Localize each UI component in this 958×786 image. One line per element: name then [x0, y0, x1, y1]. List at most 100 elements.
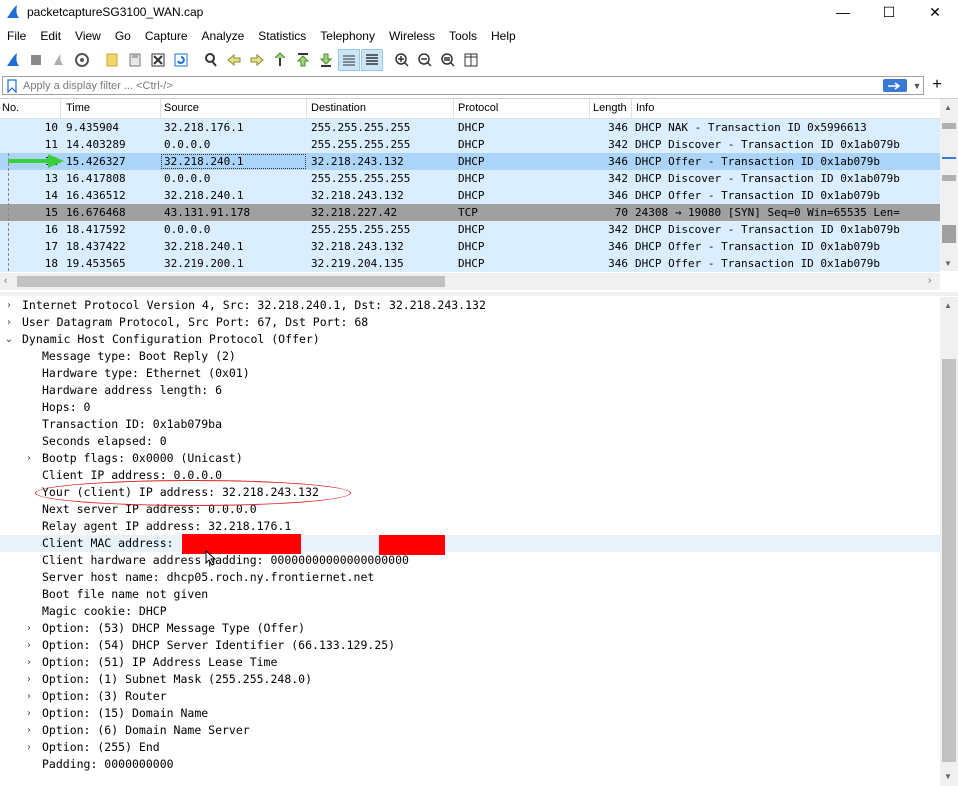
close-button[interactable]: ✕	[912, 0, 958, 24]
detail-tree-item[interactable]: Transaction ID: 0x1ab079ba	[0, 416, 940, 433]
detail-tree-item[interactable]: Boot file name not given	[0, 586, 940, 603]
detail-tree-item[interactable]: › Option: (3) Router	[0, 688, 940, 705]
detail-tree-item[interactable]: Server host name: dhcp05.roch.ny.frontie…	[0, 569, 940, 586]
packet-list-horizontal-scrollbar[interactable]: ‹ ›	[0, 273, 940, 290]
chevron-right-icon[interactable]: ›	[24, 637, 34, 654]
detail-tree-item[interactable]: › Option: (54) DHCP Server Identifier (66…	[0, 637, 940, 654]
chevron-right-icon[interactable]: ›	[24, 450, 34, 467]
column-header-no[interactable]: No.	[2, 102, 19, 116]
packet-list-vertical-scrollbar[interactable]: ▲ ▼	[940, 99, 958, 271]
packet-row[interactable]: 1215.42632732.218.240.132.218.243.132DHC…	[0, 153, 940, 170]
chevron-right-icon[interactable]: ›	[24, 654, 34, 671]
detail-tree-item[interactable]: Padding: 0000000000	[0, 756, 940, 773]
detail-tree-item[interactable]: › Option: (51) IP Address Lease Time	[0, 654, 940, 671]
packet-row[interactable]: 16 18.417592 0.0.0.0 255.255.255.255 DHCP 342…	[0, 221, 940, 238]
maximize-button[interactable]: ☐	[866, 0, 912, 24]
packet-row[interactable]: 10 9.435904 32.218.176.1 255.255.255.255 DHC…	[0, 119, 940, 136]
auto-scroll-icon[interactable]	[338, 49, 360, 71]
horizontal-scroll-thumb[interactable]	[17, 276, 445, 287]
detail-tree-item[interactable]: › Bootp flags: 0x0000 (Unicast)	[0, 450, 940, 467]
column-header-info[interactable]: Info	[636, 102, 654, 116]
detail-tree-item[interactable]: › Option: (15) Domain Name	[0, 705, 940, 722]
menu-telephony[interactable]: Telephony	[313, 29, 382, 43]
capture-options-icon[interactable]	[71, 49, 93, 71]
detail-tree-item[interactable]: Hardware address length: 6	[0, 382, 940, 399]
display-filter-input[interactable]: Apply a display filter ... <Ctrl-/>	[23, 80, 883, 92]
detail-tree-item[interactable]: Client hardware address padding: 0000000…	[0, 552, 940, 569]
menu-file[interactable]: File	[0, 29, 33, 43]
packet-row[interactable]: 14 16.436512 32.218.240.1 32.218.243.132 DHC…	[0, 187, 940, 204]
packet-row[interactable]: 18 19.453565 32.219.200.1 32.219.204.135 DHC…	[0, 255, 940, 272]
detail-tree-item[interactable]: › User Datagram Protocol, Src Port: 67, D…	[0, 314, 940, 331]
packet-row[interactable]: 13 16.417808 0.0.0.0 255.255.255.255 DHCP 342…	[0, 170, 940, 187]
detail-tree-item[interactable]: Seconds elapsed: 0	[0, 433, 940, 450]
apply-filter-arrow-icon[interactable]	[883, 79, 907, 92]
menu-help[interactable]: Help	[484, 29, 523, 43]
stop-capture-icon[interactable]	[25, 49, 47, 71]
add-filter-button-icon[interactable]: +	[929, 76, 945, 94]
open-file-icon[interactable]	[101, 49, 123, 71]
chevron-right-icon[interactable]: ›	[24, 722, 34, 739]
menu-capture[interactable]: Capture	[138, 29, 195, 43]
detail-tree-item[interactable]: Message type: Boot Reply (2)	[0, 348, 940, 365]
zoom-out-icon[interactable]	[414, 49, 436, 71]
detail-tree-item[interactable]: Relay agent IP address: 32.218.176.1	[0, 518, 940, 535]
start-capture-icon[interactable]	[2, 49, 24, 71]
chevron-right-icon[interactable]: ›	[24, 620, 34, 637]
find-packet-icon[interactable]	[200, 49, 222, 71]
packet-row[interactable]: 17 18.437422 32.218.240.1 32.218.243.132 DHC…	[0, 238, 940, 255]
detail-tree-item[interactable]: › Internet Protocol Version 4, Src: 32.21…	[0, 297, 940, 314]
details-scroll-thumb[interactable]	[942, 359, 956, 762]
chevron-down-icon[interactable]: ⌄	[4, 331, 14, 348]
chevron-down-icon[interactable]: ▼	[911, 81, 923, 91]
detail-tree-item[interactable]: Hardware type: Ethernet (0x01)	[0, 365, 940, 382]
detail-tree-item[interactable]: Client MAC address: (00:08:a2:	[0, 535, 940, 552]
detail-tree-item[interactable]: › Option: (255) End	[0, 739, 940, 756]
chevron-right-icon[interactable]: ›	[24, 671, 34, 688]
go-back-icon[interactable]	[223, 49, 245, 71]
zoom-in-icon[interactable]	[391, 49, 413, 71]
chevron-right-icon[interactable]: ›	[4, 314, 14, 331]
go-to-last-packet-icon[interactable]	[315, 49, 337, 71]
packet-row[interactable]: 15 16.676468 43.131.91.178 32.218.227.42 TCP…	[0, 204, 940, 221]
menu-view[interactable]: View	[68, 29, 108, 43]
column-header-length[interactable]: Length	[593, 102, 627, 116]
normal-size-icon[interactable]	[437, 49, 459, 71]
chevron-right-icon[interactable]: ›	[24, 705, 34, 722]
detail-tree-item[interactable]: ⌄ Dynamic Host Configuration Protocol (Of…	[0, 331, 940, 348]
go-to-first-packet-icon[interactable]	[292, 49, 314, 71]
go-forward-icon[interactable]	[246, 49, 268, 71]
bookmark-icon[interactable]	[5, 78, 19, 93]
focused-cell-outline	[161, 154, 306, 169]
reload-file-icon[interactable]	[170, 49, 192, 71]
menu-wireless[interactable]: Wireless	[382, 29, 442, 43]
chevron-right-icon[interactable]: ›	[24, 688, 34, 705]
column-header-protocol[interactable]: Protocol	[458, 102, 498, 116]
close-file-icon[interactable]	[147, 49, 169, 71]
column-header-time[interactable]: Time	[66, 102, 90, 116]
menu-analyze[interactable]: Analyze	[195, 29, 252, 43]
pane-splitter[interactable]	[0, 292, 958, 296]
resize-columns-icon[interactable]	[460, 49, 482, 71]
column-header-destination[interactable]: Destination	[311, 102, 366, 116]
menu-go[interactable]: Go	[108, 29, 138, 43]
detail-tree-item[interactable]: › Option: (6) Domain Name Server	[0, 722, 940, 739]
colorize-icon[interactable]	[361, 49, 383, 71]
column-header-source[interactable]: Source	[164, 102, 199, 116]
detail-tree-item[interactable]: Hops: 0	[0, 399, 940, 416]
chevron-right-icon[interactable]: ›	[24, 739, 34, 756]
restart-capture-icon[interactable]	[48, 49, 70, 71]
detail-tree-item[interactable]: › Option: (53) DHCP Message Type (Offer)	[0, 620, 940, 637]
menu-edit[interactable]: Edit	[33, 29, 68, 43]
go-to-packet-icon[interactable]	[269, 49, 291, 71]
save-file-icon[interactable]	[124, 49, 146, 71]
menu-statistics[interactable]: Statistics	[251, 29, 313, 43]
detail-tree-item[interactable]: › Option: (1) Subnet Mask (255.255.248.0)	[0, 671, 940, 688]
chevron-right-icon[interactable]: ›	[4, 297, 14, 314]
minimize-button[interactable]: —	[820, 0, 866, 24]
packet-row[interactable]: 11 14.403289 0.0.0.0 255.255.255.255 DHCP 342…	[0, 136, 940, 153]
detail-tree-item[interactable]: Magic cookie: DHCP	[0, 603, 940, 620]
details-vertical-scrollbar[interactable]: ▲ ▼	[940, 297, 958, 786]
title-bar: packetcaptureSG3100_WAN.cap	[0, 0, 958, 24]
menu-tools[interactable]: Tools	[442, 29, 484, 43]
